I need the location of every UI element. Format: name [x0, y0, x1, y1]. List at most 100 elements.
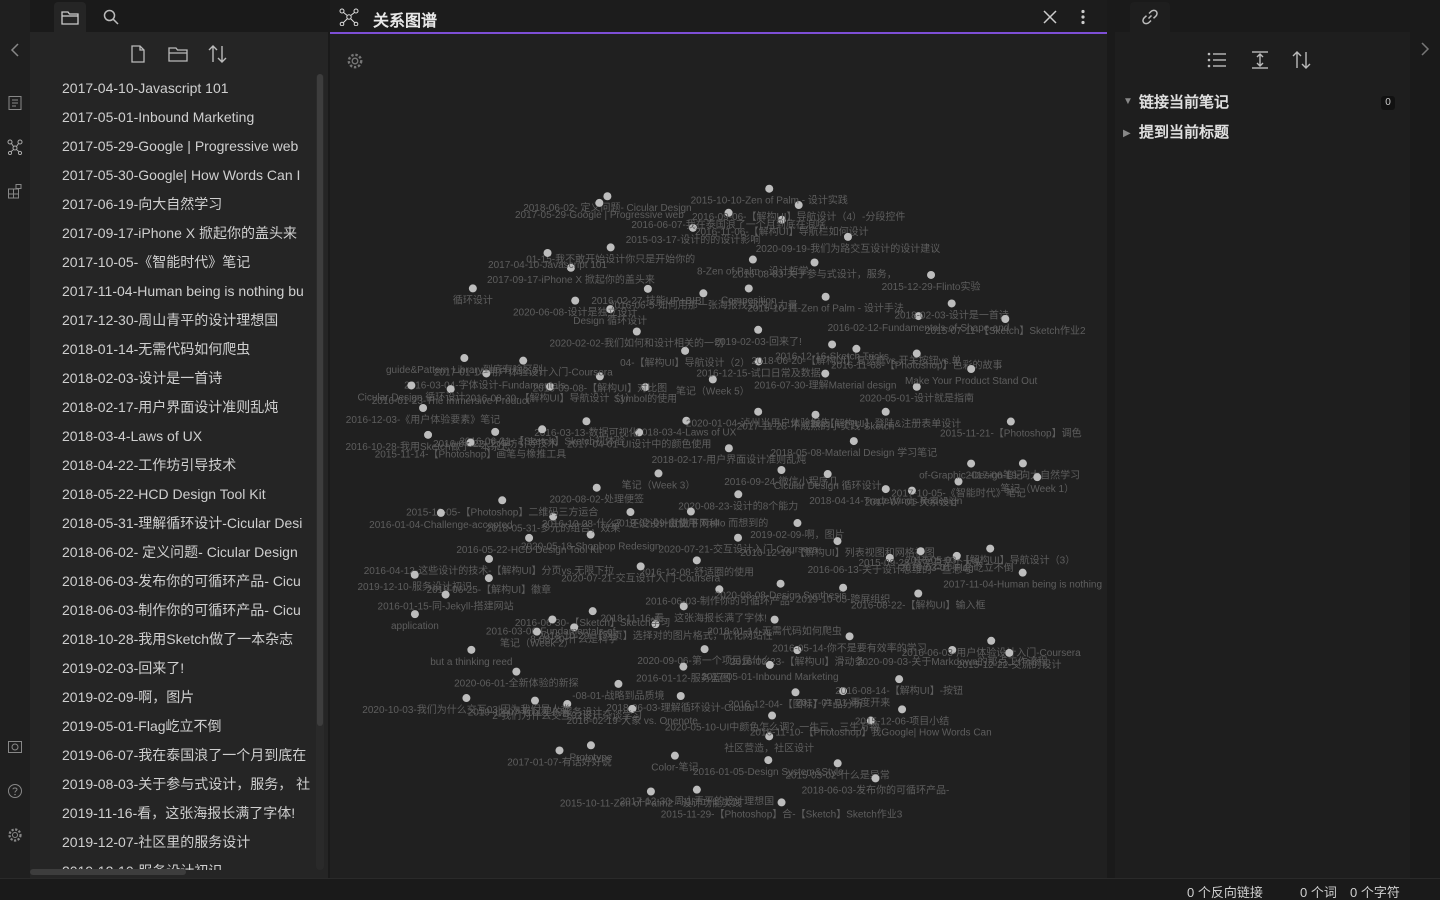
file-item[interactable]: 2018-10-28-我用Sketch做了一本杂志 — [30, 625, 316, 654]
file-item[interactable]: 2018-02-17-用户界面设计准则乱炖 — [30, 393, 316, 422]
unlinked-mentions-heading[interactable]: 提到当前标题 — [1139, 121, 1229, 142]
graph-node[interactable] — [793, 519, 802, 528]
graph-node[interactable] — [833, 759, 842, 768]
sort-backlinks-button[interactable] — [1290, 48, 1314, 72]
graph-node[interactable] — [424, 430, 433, 439]
file-item[interactable]: 2017-12-30-周山青平的设计理想国 — [30, 306, 316, 335]
file-item[interactable]: 2017-05-30-Google| How Words Can I — [30, 161, 316, 190]
graph-node[interactable] — [1018, 568, 1027, 577]
graph-node[interactable] — [810, 258, 819, 267]
graph-node[interactable] — [849, 437, 858, 446]
file-item[interactable]: 2018-06-02- 定义问题- Cicular Design — [30, 538, 316, 567]
graph-node[interactable] — [530, 696, 539, 705]
graph-node[interactable] — [410, 610, 419, 619]
graph-node[interactable] — [462, 694, 471, 703]
graph-node[interactable] — [927, 270, 936, 279]
graph-node[interactable] — [898, 705, 907, 714]
graph-node[interactable] — [734, 490, 743, 499]
graph-node[interactable] — [833, 537, 842, 546]
graph-node[interactable] — [654, 469, 663, 478]
graph-node[interactable] — [491, 427, 500, 436]
graph-node[interactable] — [845, 632, 854, 641]
graph-node[interactable] — [519, 356, 528, 365]
file-item[interactable]: 2018-05-22-HCD Design Tool Kit — [30, 480, 316, 509]
graph-node[interactable] — [1033, 473, 1042, 482]
close-tab-button[interactable] — [1042, 9, 1058, 30]
graph-node[interactable] — [643, 284, 652, 293]
graph-node[interactable] — [1005, 648, 1014, 657]
vault-icon[interactable] — [5, 737, 25, 757]
graph-node[interactable] — [679, 602, 688, 611]
graph-node[interactable] — [555, 746, 564, 755]
graph-node[interactable] — [512, 667, 521, 676]
file-item[interactable]: 2019-11-16-看，这张海报长满了字体! — [30, 799, 316, 828]
graph-node[interactable] — [811, 410, 820, 419]
file-item[interactable]: 2019-02-03-回来了! — [30, 654, 316, 683]
graph-node[interactable] — [765, 184, 774, 193]
file-item[interactable]: 2018-05-31-理解循环设计-Cicular Desi — [30, 509, 316, 538]
graph-node[interactable] — [823, 470, 832, 479]
graph-node[interactable] — [525, 533, 534, 542]
graph-node[interactable] — [881, 485, 890, 494]
chevron-down-icon[interactable]: ▼ — [1123, 96, 1133, 107]
graph-node[interactable] — [986, 544, 995, 553]
chevron-right-icon[interactable]: ▶ — [1123, 128, 1131, 139]
graph-node[interactable] — [871, 774, 880, 783]
graph-node[interactable] — [676, 692, 685, 701]
graph-node[interactable] — [700, 645, 709, 654]
scrollbar-thumb[interactable] — [317, 74, 323, 726]
file-explorer-tab[interactable] — [54, 2, 86, 32]
collapse-right-icon[interactable] — [1420, 42, 1430, 61]
file-list-h-scrollbar[interactable] — [30, 868, 316, 876]
graph-node[interactable] — [821, 292, 830, 301]
graph-node[interactable] — [777, 465, 786, 474]
collapse-results-button[interactable] — [1205, 48, 1229, 72]
graph-node[interactable] — [967, 459, 976, 468]
graph-node[interactable] — [967, 364, 976, 373]
file-item[interactable]: 2018-01-14-无需代码如何爬虫 — [30, 335, 316, 364]
graph-node[interactable] — [410, 570, 419, 579]
file-item[interactable]: 2017-04-10-Javascript 101 — [30, 74, 316, 103]
file-item[interactable]: 2017-05-01-Inbound Marketing — [30, 103, 316, 132]
graph-node[interactable] — [679, 662, 688, 671]
graph-node[interactable] — [692, 556, 701, 565]
file-item[interactable]: 2019-02-09-啊，图片 — [30, 683, 316, 712]
graph-node[interactable] — [692, 785, 701, 794]
graph-node[interactable] — [881, 407, 890, 416]
graph-node[interactable] — [791, 688, 800, 697]
h-scrollbar-thumb[interactable] — [30, 869, 186, 875]
graph-canvas[interactable]: 2020-08-23-设计的8个能力 2019-02-09-由使用 Trello … — [330, 36, 1107, 878]
graph-node[interactable] — [754, 325, 763, 334]
graph-node[interactable] — [744, 284, 753, 293]
graph-node[interactable] — [912, 349, 921, 358]
graph-node[interactable] — [588, 607, 597, 616]
graph-node[interactable] — [498, 496, 507, 505]
new-note-button[interactable] — [126, 42, 150, 66]
graph-node[interactable] — [734, 533, 743, 542]
graph-node[interactable] — [468, 284, 477, 293]
graph-node[interactable] — [543, 248, 552, 257]
graph-node[interactable] — [777, 798, 786, 807]
file-item[interactable]: 2017-11-04-Human being is nothing bu — [30, 277, 316, 306]
graph-node[interactable] — [914, 589, 923, 598]
file-item[interactable]: 2019-08-03-关于参与式设计，服务， 社 — [30, 770, 316, 799]
graph-node[interactable] — [852, 344, 861, 353]
file-item[interactable]: 2017-06-19-向大自然学习 — [30, 190, 316, 219]
graph-node[interactable] — [614, 679, 623, 688]
graph-node[interactable] — [828, 340, 837, 349]
graph-node[interactable] — [821, 369, 830, 378]
graph-node[interactable] — [460, 354, 469, 363]
file-item[interactable]: 2017-10-05-《智能时代》笔记 — [30, 248, 316, 277]
graph-node[interactable] — [646, 787, 655, 796]
graph-node[interactable] — [670, 751, 679, 760]
graph-node[interactable] — [467, 645, 476, 654]
file-item[interactable]: 2018-06-03-发布你的可循环产品- Cicu — [30, 567, 316, 596]
graph-node[interactable] — [843, 232, 852, 241]
more-options-button[interactable] — [1079, 9, 1087, 30]
help-icon[interactable] — [5, 781, 25, 801]
graph-node[interactable] — [770, 615, 779, 624]
linked-mentions-heading[interactable]: 链接当前笔记 — [1139, 91, 1229, 112]
graph-node[interactable] — [538, 425, 547, 434]
file-item[interactable]: 2018-02-03-设计是一首诗 — [30, 364, 316, 393]
collapse-left-icon[interactable] — [5, 40, 25, 60]
